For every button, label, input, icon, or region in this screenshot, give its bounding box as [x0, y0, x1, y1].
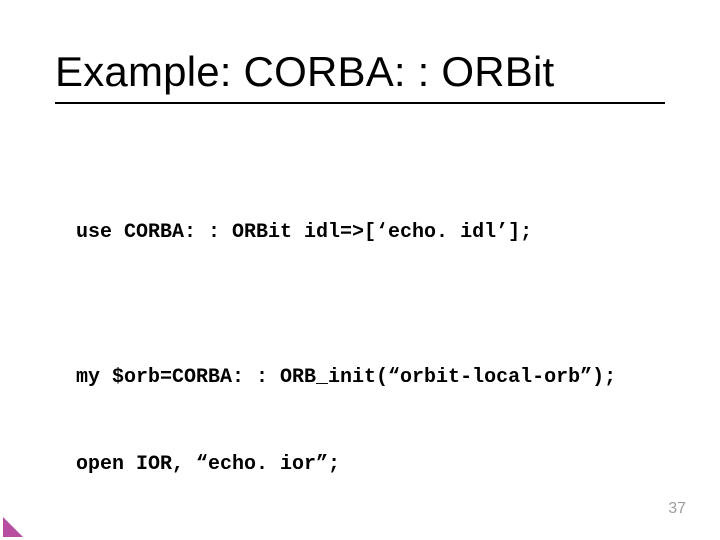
code-line: open IOR, “echo. ior”;: [76, 450, 660, 479]
corner-decoration: [3, 517, 23, 537]
code-block: use CORBA: : ORBit idl=>[‘echo. idl’]; m…: [76, 160, 660, 540]
page-number: 37: [668, 500, 686, 518]
slide: Example: CORBA: : ORBit use CORBA: : ORB…: [0, 0, 720, 540]
slide-title: Example: CORBA: : ORBit: [55, 48, 665, 96]
code-line: my $orb=CORBA: : ORB_init(“orbit-local-o…: [76, 363, 660, 392]
code-line: use CORBA: : ORBit idl=>[‘echo. idl’];: [76, 218, 660, 247]
title-container: Example: CORBA: : ORBit: [55, 48, 665, 104]
